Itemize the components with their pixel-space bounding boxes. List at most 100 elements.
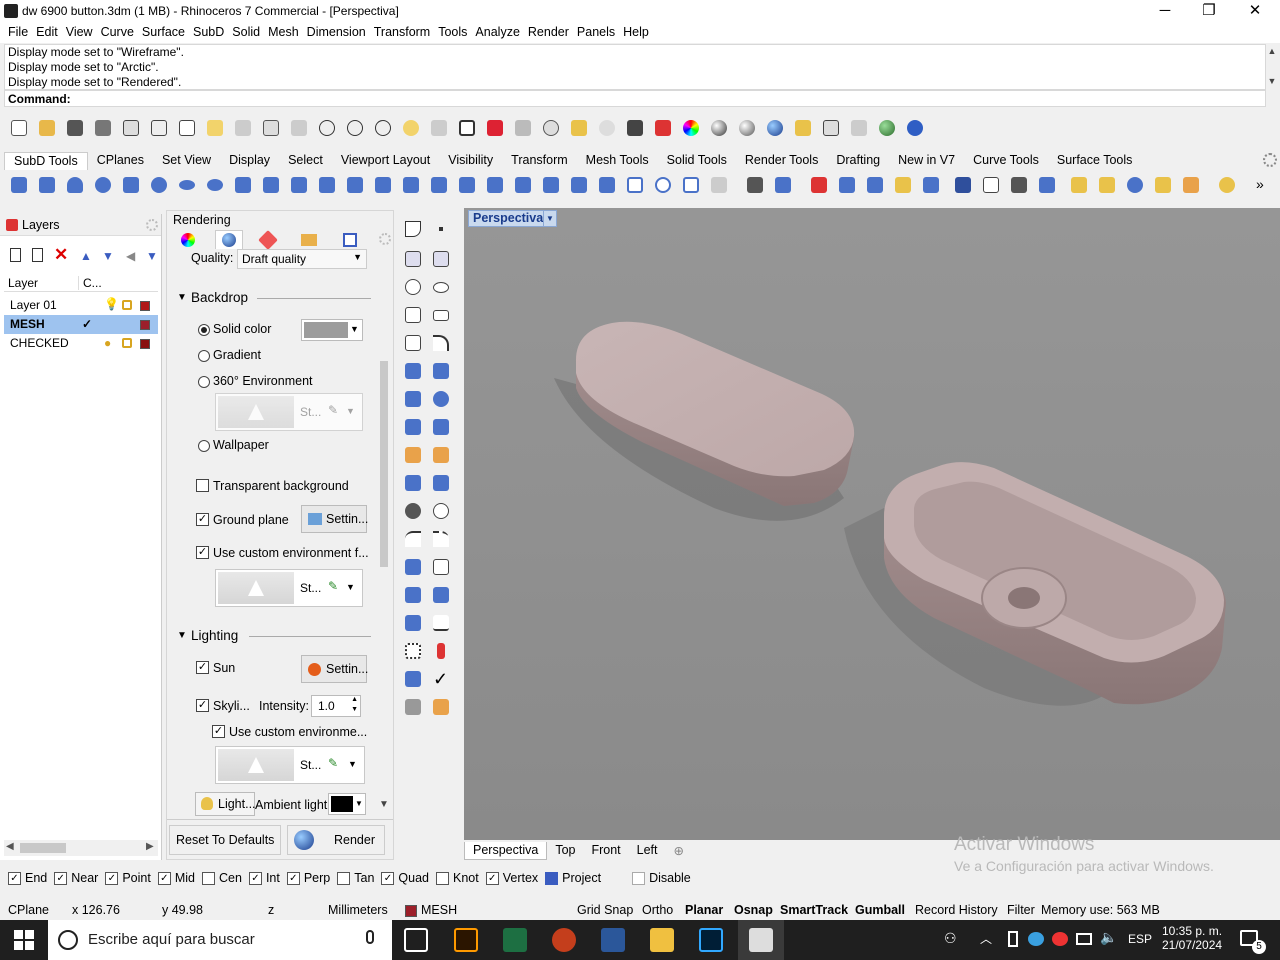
subd-patch-icon[interactable] xyxy=(864,174,886,196)
undo-icon[interactable] xyxy=(232,117,254,139)
delete-layer-icon[interactable]: ✕ xyxy=(54,246,68,264)
subd-mesh-icon[interactable] xyxy=(568,174,590,196)
powerpoint-app-icon[interactable] xyxy=(552,928,576,952)
scale-icon[interactable] xyxy=(430,556,452,578)
render-sphere-icon[interactable] xyxy=(764,117,786,139)
panel-settings-icon[interactable] xyxy=(379,233,391,245)
osnap-point[interactable]: ✓ Point xyxy=(105,871,151,885)
skylight-checkbox[interactable]: ✓ xyxy=(196,699,209,712)
pencil-icon[interactable]: ✎ xyxy=(328,579,338,593)
subd-mirror-icon[interactable] xyxy=(808,174,830,196)
menu-file[interactable]: File xyxy=(4,23,32,43)
subd-insert-edge-icon[interactable] xyxy=(484,174,506,196)
subd-tube-icon[interactable] xyxy=(120,174,142,196)
subd-extrude-icon[interactable] xyxy=(428,174,450,196)
osnap-disable[interactable]: Disable xyxy=(632,871,691,885)
tab-front[interactable]: Front xyxy=(583,842,628,860)
subd-ellipsoid-icon[interactable] xyxy=(176,174,198,196)
layers-settings-icon[interactable] xyxy=(146,219,158,231)
materials-tab-icon[interactable] xyxy=(181,233,195,247)
layer-row[interactable]: Layer 01 💡 xyxy=(4,296,158,315)
layers-hscrollbar[interactable]: ◀ ▶ xyxy=(4,840,158,856)
text-icon[interactable] xyxy=(402,556,424,578)
people-icon[interactable]: ⚇ xyxy=(944,930,957,947)
column-current[interactable]: C... xyxy=(78,276,102,290)
perspective-viewport[interactable] xyxy=(464,208,1280,840)
tab-top[interactable]: Top xyxy=(547,842,583,860)
subd-plane-icon[interactable] xyxy=(232,174,254,196)
open-file-icon[interactable] xyxy=(36,117,58,139)
column-layer[interactable]: Layer xyxy=(8,276,38,290)
tray-app-icon[interactable] xyxy=(1052,932,1068,946)
render-mesh-icon[interactable] xyxy=(430,696,452,718)
tray-app-icon[interactable] xyxy=(1028,932,1044,946)
boolean-icon[interactable] xyxy=(402,472,424,494)
commands-icon[interactable] xyxy=(848,117,870,139)
checkbox[interactable] xyxy=(202,871,215,885)
checkbox[interactable] xyxy=(632,871,646,885)
sun-settings-button[interactable]: Settin... xyxy=(301,655,368,683)
checkbox[interactable] xyxy=(337,871,351,885)
split-icon[interactable] xyxy=(430,500,452,522)
layers-title[interactable]: Layers xyxy=(22,218,60,232)
checkbox[interactable]: ✓ xyxy=(8,871,21,885)
add-viewport-icon[interactable]: ⊕ xyxy=(666,842,692,860)
point-icon[interactable] xyxy=(430,218,452,240)
move-down-icon[interactable]: ▼ xyxy=(102,249,114,263)
rotate-view-icon[interactable] xyxy=(288,117,310,139)
menu-tools[interactable]: Tools xyxy=(434,23,471,43)
quality-dropdown[interactable]: Draft quality ▼ xyxy=(237,249,367,269)
cut-icon[interactable] xyxy=(148,117,170,139)
solid-color-radio[interactable] xyxy=(198,324,210,336)
tab-new-in-v7[interactable]: New in V7 xyxy=(889,152,964,170)
osnap-int[interactable]: ✓ Int xyxy=(248,871,280,885)
subd-grid-icon[interactable] xyxy=(624,174,646,196)
layer-filter-icon[interactable]: ▼ xyxy=(146,249,158,263)
checkbox[interactable]: ✓ xyxy=(381,871,395,885)
revolve-icon[interactable] xyxy=(430,360,452,382)
menu-help[interactable]: Help xyxy=(619,23,653,43)
spin-up-icon[interactable]: ▲ xyxy=(351,696,358,703)
subd-sphere-icon[interactable] xyxy=(148,174,170,196)
light-bulb-icon[interactable] xyxy=(596,117,618,139)
box-icon[interactable] xyxy=(402,388,424,410)
rendering-scrollbar[interactable]: ▼ xyxy=(377,251,391,813)
tab-solid-tools[interactable]: Solid Tools xyxy=(658,152,736,170)
tab-render-tools[interactable]: Render Tools xyxy=(736,152,827,170)
osnap-knot[interactable]: Knot xyxy=(436,871,479,885)
curve-icon[interactable] xyxy=(430,248,452,270)
minimize-button[interactable]: ─ xyxy=(1142,0,1188,23)
ground-plane-checkbox[interactable]: ✓ xyxy=(196,513,209,526)
pencil-icon[interactable]: ✎ xyxy=(328,403,338,417)
mesh-tools-icon[interactable] xyxy=(402,444,424,466)
maximize-button[interactable]: ❐ xyxy=(1186,0,1232,23)
osnap-mid[interactable]: ✓ Mid xyxy=(157,871,195,885)
pencil-icon[interactable]: ✎ xyxy=(328,756,338,770)
snap-settings-icon[interactable] xyxy=(820,117,842,139)
object-snap-icon[interactable] xyxy=(540,117,562,139)
subd-weld-icon[interactable] xyxy=(540,174,562,196)
subd-tools-icon[interactable] xyxy=(1008,174,1030,196)
layer-row[interactable]: CHECKED ● xyxy=(4,334,158,353)
subd-bridge-icon[interactable] xyxy=(400,174,422,196)
new-file-icon[interactable] xyxy=(8,117,30,139)
layer-visible-icon[interactable]: ● xyxy=(104,334,111,353)
command-history[interactable]: Display mode set to "Wireframe". Display… xyxy=(4,44,1266,90)
tab-surface-tools[interactable]: Surface Tools xyxy=(1048,152,1142,170)
render-settings-tab[interactable] xyxy=(215,230,243,249)
surface-from-points-icon[interactable] xyxy=(402,360,424,382)
tab-select[interactable]: Select xyxy=(279,152,332,170)
file-explorer-icon[interactable] xyxy=(650,928,674,952)
subd-sphere-grid-icon[interactable] xyxy=(652,174,674,196)
osnap-cen[interactable]: Cen xyxy=(202,871,242,885)
subd-bevel-icon[interactable] xyxy=(456,174,478,196)
microphone-icon[interactable] xyxy=(366,930,374,944)
subd-truncated-cone-icon[interactable] xyxy=(92,174,114,196)
checkbox[interactable] xyxy=(545,871,559,885)
four-viewports-icon[interactable] xyxy=(456,117,478,139)
checkbox[interactable]: ✓ xyxy=(485,871,499,885)
array-icon[interactable] xyxy=(402,584,424,606)
subd-cup-icon[interactable] xyxy=(708,174,730,196)
menu-render[interactable]: Render xyxy=(524,23,573,43)
curvature-icon[interactable] xyxy=(402,668,424,690)
